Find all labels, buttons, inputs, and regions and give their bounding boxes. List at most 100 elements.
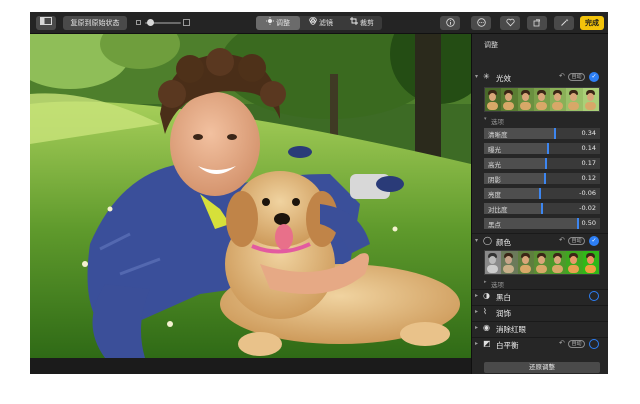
done-button[interactable]: 完成: [580, 16, 604, 30]
tab-filters-label: 滤镜: [319, 19, 333, 27]
section-color[interactable]: ▾ ◯ 颜色 ↶ 自动 ✓: [472, 235, 608, 249]
thumbnail: [517, 88, 534, 111]
info-button[interactable]: [440, 16, 460, 30]
slider-marker[interactable]: [554, 128, 556, 139]
slider-marker[interactable]: [547, 143, 549, 154]
options-label: 选项: [491, 281, 504, 289]
slider-contrast[interactable]: 对比度 -0.02: [484, 203, 600, 214]
sidebar-toggle-button[interactable]: [36, 16, 56, 30]
eye-icon: ◉: [483, 323, 490, 332]
chevron-right-icon[interactable]: ▸: [475, 308, 478, 315]
slider-marker[interactable]: [545, 158, 547, 169]
zoom-out-icon: [136, 20, 141, 25]
photo-canvas[interactable]: [30, 34, 471, 358]
slider-black-point[interactable]: 黑点 0.50: [484, 218, 600, 229]
section-wb-label: 白平衡: [496, 341, 519, 350]
edit-mode-tabs: 调整 滤镜 裁剪: [256, 16, 382, 30]
zoom-knob[interactable]: [147, 19, 154, 26]
slider-marker[interactable]: [539, 188, 541, 199]
section-light-label: 光效: [496, 74, 511, 83]
light-options-toggle[interactable]: ▾ 选项: [472, 115, 608, 126]
adjust-dial-icon: [266, 16, 274, 30]
rotate-button[interactable]: [527, 16, 547, 30]
undo-icon[interactable]: ↶: [559, 72, 565, 80]
thumbnail: [582, 251, 599, 274]
checkmark-icon[interactable]: ✓: [589, 236, 599, 246]
thumbnail: [566, 88, 583, 111]
section-black-white[interactable]: ▸ ◑ 黑白: [472, 290, 608, 304]
section-bw-label: 黑白: [496, 293, 511, 302]
zoom-slider[interactable]: [136, 18, 190, 28]
chevron-down-icon[interactable]: ▾: [475, 237, 478, 244]
magic-wand-icon: [560, 18, 569, 29]
section-white-balance[interactable]: ▸ ◩ 白平衡 ↶ 自动: [472, 338, 608, 352]
section-retouch-label: 润饰: [496, 309, 511, 318]
color-thumbnail-strip[interactable]: [484, 250, 600, 275]
thumbnail: [582, 88, 599, 111]
sidebar-icon: [40, 17, 52, 27]
photo-image: [30, 34, 471, 358]
chevron-right-icon[interactable]: ▸: [475, 340, 478, 347]
chevron-right-icon: ▸: [484, 279, 487, 285]
color-circle-icon: ◯: [483, 236, 492, 245]
info-icon: [445, 18, 455, 29]
options-label: 选项: [491, 118, 504, 126]
tab-filters[interactable]: 滤镜: [300, 16, 342, 30]
tab-crop[interactable]: 裁剪: [342, 16, 382, 30]
auto-button[interactable]: 自动: [568, 237, 585, 245]
auto-button[interactable]: 自动: [568, 340, 585, 348]
slider-marker[interactable]: [577, 218, 579, 229]
tab-crop-label: 裁剪: [360, 19, 374, 27]
thumbnail: [533, 251, 551, 274]
panel-title: 调整: [484, 41, 498, 49]
white-balance-icon: ◩: [483, 339, 491, 348]
slider-marker[interactable]: [544, 173, 546, 184]
thumbnail: [550, 251, 567, 274]
more-options-button[interactable]: [471, 16, 491, 30]
reset-adjustments-button[interactable]: 还原调整: [484, 362, 600, 373]
favorite-button[interactable]: [500, 16, 520, 30]
filters-icon: [309, 16, 317, 30]
chevron-right-icon[interactable]: ▸: [475, 292, 478, 299]
thumbnail: [501, 88, 518, 111]
section-red-eye[interactable]: ▸ ◉ 消除红眼: [472, 322, 608, 336]
undo-icon[interactable]: ↶: [559, 236, 565, 244]
slider-marker[interactable]: [541, 203, 543, 214]
thumbnail: [501, 251, 518, 274]
thumbnail: [485, 251, 502, 274]
checkmark-icon[interactable]: ✓: [589, 72, 599, 82]
color-options-toggle[interactable]: ▸ 选项: [472, 278, 608, 289]
enable-toggle[interactable]: [589, 339, 599, 349]
section-light[interactable]: ▾ ✳ 光效 ↶ 自动 ✓: [472, 71, 608, 85]
slider-brilliance[interactable]: 清晰度 0.34: [484, 128, 600, 139]
thumbnail: [485, 88, 502, 111]
auto-button[interactable]: 自动: [568, 73, 585, 81]
toolbar: 复原到原始状态 调整 滤镜 裁剪 完成: [30, 12, 608, 34]
photos-editor-window: 复原到原始状态 调整 滤镜 裁剪 完成 调整 ▾ ✳ 光效 ↶ 自动 ✓ ▾ 选…: [30, 12, 608, 374]
thumbnail: [550, 88, 567, 111]
undo-icon[interactable]: ↶: [559, 339, 565, 347]
adjust-panel: 调整 ▾ ✳ 光效 ↶ 自动 ✓ ▾ 选项 清晰度 0.34 曝光 0.14 高光 0…: [471, 34, 608, 374]
light-thumbnail-strip[interactable]: [484, 87, 600, 112]
tab-adjust[interactable]: 调整: [256, 16, 300, 30]
slider-exposure[interactable]: 曝光 0.14: [484, 143, 600, 154]
chevron-down-icon[interactable]: ▾: [475, 73, 478, 80]
heart-icon: [505, 18, 515, 29]
slider-highlights[interactable]: 高光 0.17: [484, 158, 600, 169]
bandage-icon: ⌇: [483, 307, 487, 316]
section-retouch[interactable]: ▸ ⌇ 润饰: [472, 306, 608, 320]
crop-icon: [350, 16, 358, 30]
photo-bottom-bar: [30, 358, 471, 374]
revert-to-original-button[interactable]: 复原到原始状态: [63, 16, 127, 30]
section-redeye-label: 消除红眼: [496, 325, 526, 334]
zoom-in-icon: [183, 19, 190, 26]
section-color-label: 颜色: [496, 238, 511, 247]
enable-toggle[interactable]: [589, 291, 599, 301]
chevron-right-icon[interactable]: ▸: [475, 324, 478, 331]
slider-shadows[interactable]: 阴影 0.12: [484, 173, 600, 184]
auto-enhance-button[interactable]: [554, 16, 574, 30]
chevron-down-icon: ▾: [484, 116, 487, 122]
thumbnail: [566, 251, 583, 274]
slider-brightness[interactable]: 亮度 -0.06: [484, 188, 600, 199]
half-circle-icon: ◑: [483, 291, 490, 300]
